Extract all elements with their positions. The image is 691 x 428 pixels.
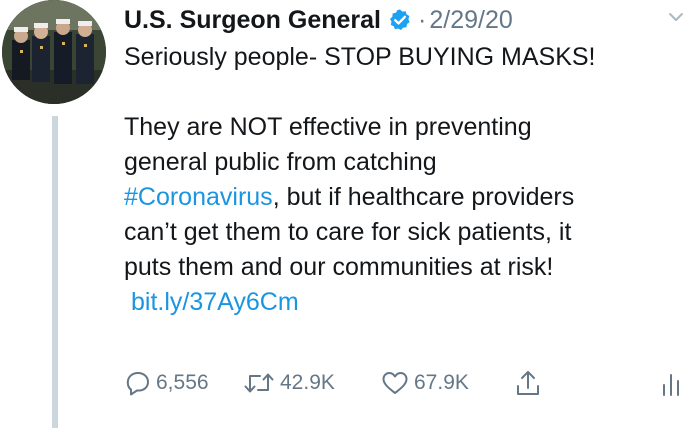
avatar-photo [2,0,106,104]
retweet-button[interactable]: 42.9K [242,367,335,399]
tweet-date[interactable]: 2/29/20 [429,6,512,35]
thread-line [52,116,58,428]
tweet-text-line: bit.ly/37Ay6Cm [124,285,684,320]
tweet-actions: 6,556 42.9K 67.9K [124,367,684,399]
author-display-name[interactable]: U.S. Surgeon General [124,6,381,35]
reply-icon [124,369,152,397]
share-icon [514,368,542,398]
tweet-text-line: general public from catching [124,148,437,176]
header-separator: · [418,5,427,34]
tweet-text-line: can’t get them to care for sick patients… [124,218,572,246]
tweet-text-line: Seriously people- STOP BUYING MASKS! [124,43,596,71]
hashtag-link[interactable]: #Coronavirus [124,183,273,211]
like-count: 67.9K [414,371,469,394]
tweet-text-line: #Coronavirus, but if healthcare provider… [124,180,684,215]
analytics-icon [659,367,683,399]
tweet-card[interactable]: U.S. Surgeon General · 2/29/20 Seriously… [0,0,691,428]
reply-count: 6,556 [156,371,209,394]
chevron-down-icon[interactable] [667,8,685,26]
retweet-count: 42.9K [280,371,335,394]
avatar[interactable] [2,0,106,104]
short-url-link[interactable]: bit.ly/37Ay6Cm [131,285,299,320]
retweet-icon [242,369,276,397]
heart-icon [380,369,410,397]
tweet-text-fragment: , but if healthcare providers [272,183,575,211]
like-button[interactable]: 67.9K [380,367,469,399]
tweet-header: U.S. Surgeon General · 2/29/20 [124,4,513,36]
tweet-text-line: puts them and our communities at risk! [124,253,554,281]
analytics-button[interactable] [659,367,683,399]
tweet-body: Seriously people- STOP BUYING MASKS! The… [124,40,684,320]
verified-badge-icon [388,8,412,32]
tweet-text-line: They are NOT effective in preventing [124,113,532,141]
reply-button[interactable]: 6,556 [124,367,209,399]
share-button[interactable] [514,367,542,399]
